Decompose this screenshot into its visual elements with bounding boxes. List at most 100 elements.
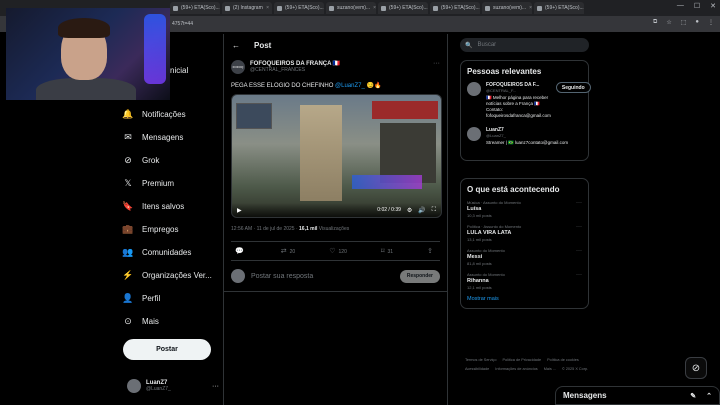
avatar (467, 127, 481, 141)
mention-link[interactable]: @LuanZ7_ (335, 83, 365, 89)
footer-link[interactable]: Termos de Serviço (465, 356, 496, 365)
person-handle: @LuanZ7_ (486, 133, 506, 138)
footer-link[interactable]: Política de Privacidade (502, 356, 541, 365)
footer-link[interactable]: Informações de anúncios (495, 365, 537, 374)
chevron-up-icon[interactable]: ⌃ (706, 392, 712, 400)
footer-link[interactable]: Política de cookies (547, 356, 579, 365)
settings-icon[interactable]: ⚙ (407, 207, 412, 214)
bookmark-action[interactable]: ⌑ 31 (381, 247, 393, 255)
nav-item-home-partial[interactable]: nicial (170, 66, 188, 75)
sidebar-item-more[interactable]: ⊙ Mais (122, 310, 222, 333)
browser-tab[interactable]: (59+) ETA(Sco)...× (430, 2, 480, 14)
video-time: 0:02 / 0:39 (377, 207, 401, 213)
trends-card: O que está acontecendo Música · Assunto … (460, 178, 589, 309)
briefcase-icon: 💼 (122, 224, 134, 234)
sidebar-item-jobs[interactable]: 💼 Empregos (122, 218, 222, 241)
tweet-actions: 💬 ⇄ 20 ♡ 120 ⌑ 31 ⇪ (231, 241, 440, 261)
maximize-icon[interactable]: ☐ (694, 2, 700, 10)
author-avatar[interactable]: FOFOQ (231, 60, 245, 74)
more-dots-icon[interactable]: ··· (576, 224, 582, 230)
bookmark-icon: 🔖 (122, 201, 134, 211)
footer-link[interactable]: Acessibilidade (465, 365, 489, 374)
tweet: FOFOQ FOFOQUEIROS DA FRANÇA 🇫🇷 @CENTRAL_… (224, 60, 447, 261)
trend-item[interactable]: Assunto do Momento Rihanna 12,1 mil post… (467, 272, 582, 290)
browser-tab[interactable]: suzano(vem)... × (326, 2, 376, 14)
browser-tab[interactable]: (2) Instagram × (222, 2, 272, 14)
more-dots-icon[interactable]: ··· (576, 248, 582, 254)
browser-tab[interactable]: (59+) ETA(Sco)...× (378, 2, 428, 14)
reply-action[interactable]: 💬 (235, 247, 247, 255)
video-scene-pillar (300, 105, 342, 201)
share-action[interactable]: ⇪ (427, 247, 436, 255)
retweet-icon: ⇄ (280, 248, 287, 255)
menu-icon[interactable]: ⋮ (708, 19, 714, 26)
browser-tab[interactable]: (59+) ETA(Sco)...× (274, 2, 324, 14)
back-arrow-icon[interactable]: ← (232, 41, 240, 50)
avatar (127, 379, 141, 393)
page-title: Post (254, 40, 272, 50)
avatar (231, 269, 245, 283)
footer-link[interactable]: Mais ... (544, 365, 556, 374)
new-message-icon[interactable]: ✎ (690, 392, 696, 400)
trend-item[interactable]: Política · Assunto do Momento LULA VIRA … (467, 224, 582, 242)
reply-input[interactable]: Postar sua resposta (251, 273, 313, 280)
retweet-action[interactable]: ⇄ 20 (281, 247, 295, 255)
extensions-icon[interactable]: ⬚ (681, 19, 687, 26)
browser-tab[interactable]: suzano(vem)... × (482, 2, 532, 14)
trend-item[interactable]: Assunto do Momento Messi 81,8 mil posts … (467, 248, 582, 266)
sidebar-item-grok[interactable]: ⊘ Grok (122, 149, 222, 172)
volume-icon[interactable]: 🔊 (418, 207, 425, 214)
url-text[interactable]: 4757t=44 (172, 21, 193, 27)
browser-tab[interactable]: (59+) ETA(Sco)...× (170, 2, 220, 14)
tab-close-icon[interactable]: × (529, 5, 532, 11)
drawer-title: Mensagens (563, 391, 607, 400)
more-circle-icon: ⊙ (124, 316, 132, 326)
video-scene-hud (352, 175, 422, 189)
search-input[interactable]: 🔍 Buscar (460, 38, 589, 52)
grok-icon[interactable]: ⊘ (685, 357, 707, 379)
minimize-icon[interactable]: — (677, 2, 684, 10)
more-dots-icon[interactable]: ··· (212, 383, 219, 390)
messages-drawer[interactable]: Mensagens ✎ ⌃ (555, 386, 720, 405)
grok-icon: ⊘ (124, 155, 132, 165)
author-handle[interactable]: @CENTRAL_FRANCES (250, 67, 340, 73)
browser-tab[interactable]: (59+) ETA(Sco)...× (534, 2, 584, 14)
footer-links: Termos de Serviço Política de Privacidad… (465, 356, 590, 374)
sidebar-item-profile[interactable]: 👤 Perfil (122, 287, 222, 310)
close-window-icon[interactable]: ✕ (710, 2, 716, 10)
like-action[interactable]: ♡ 120 (329, 247, 347, 255)
profile-icon[interactable]: ● (695, 19, 699, 26)
reply-button[interactable]: Responder (399, 269, 440, 283)
sidebar-item-premium[interactable]: 𝕏 Premium (122, 172, 222, 195)
following-button[interactable]: Seguindo (555, 82, 591, 93)
tab-close-icon[interactable]: × (266, 5, 269, 11)
video-scene-sign (372, 101, 438, 119)
sidebar-item-bookmarks[interactable]: 🔖 Itens salvos (122, 195, 222, 218)
post-button[interactable]: Postar (123, 339, 211, 360)
video-player[interactable]: ▶ 0:02 / 0:39 ⚙ 🔊 ⛶ (231, 94, 442, 218)
tab-favicon-icon (329, 5, 334, 11)
more-dots-icon[interactable]: ··· (576, 272, 582, 278)
trend-item[interactable]: Música · Assunto do Momento Luísa 10,3 m… (467, 200, 582, 218)
sidebar-item-communities[interactable]: 👥 Comunidades (122, 241, 222, 264)
relevant-people-card: Pessoas relevantes FOFOQUEIROS DA F... @… (460, 60, 591, 161)
show-more-link[interactable]: Mostrar mais (467, 296, 582, 302)
person-item[interactable]: LuanZ7 @LuanZ7_ Streamer | 🇧🇷 luanz7cont… (467, 127, 582, 146)
person-item[interactable]: FOFOQUEIROS DA F... @CENTRAL_F... 🇫🇷 Mel… (467, 82, 591, 119)
profile-icon: 👤 (122, 293, 134, 303)
tab-close-icon[interactable]: × (373, 5, 376, 11)
fullscreen-icon[interactable]: ⛶ (432, 207, 436, 214)
sidebar-item-organizations[interactable]: ⚡ Organizações Ver... (122, 264, 222, 287)
play-icon[interactable]: ▶ (237, 207, 242, 214)
sidebar-item-messages[interactable]: ✉ Mensagens (122, 126, 222, 149)
account-switcher[interactable]: LuanZ7 @LuanZ7_ ··· (127, 379, 219, 393)
card-title: Pessoas relevantes (467, 67, 542, 76)
more-dots-icon[interactable]: ··· (576, 200, 582, 206)
author-name[interactable]: FOFOQUEIROS DA FRANÇA 🇫🇷 (250, 60, 340, 67)
cast-icon[interactable]: ⧉ (653, 19, 657, 26)
sidebar-item-notifications[interactable]: 🔔 Notificações (122, 103, 222, 126)
star-icon[interactable]: ☆ (666, 19, 671, 26)
reply-icon: 💬 (235, 248, 244, 255)
more-dots-icon[interactable]: ··· (433, 60, 440, 67)
tweet-timestamp[interactable]: 12:56 AM · 11 de jul de 2025 · (231, 226, 299, 232)
